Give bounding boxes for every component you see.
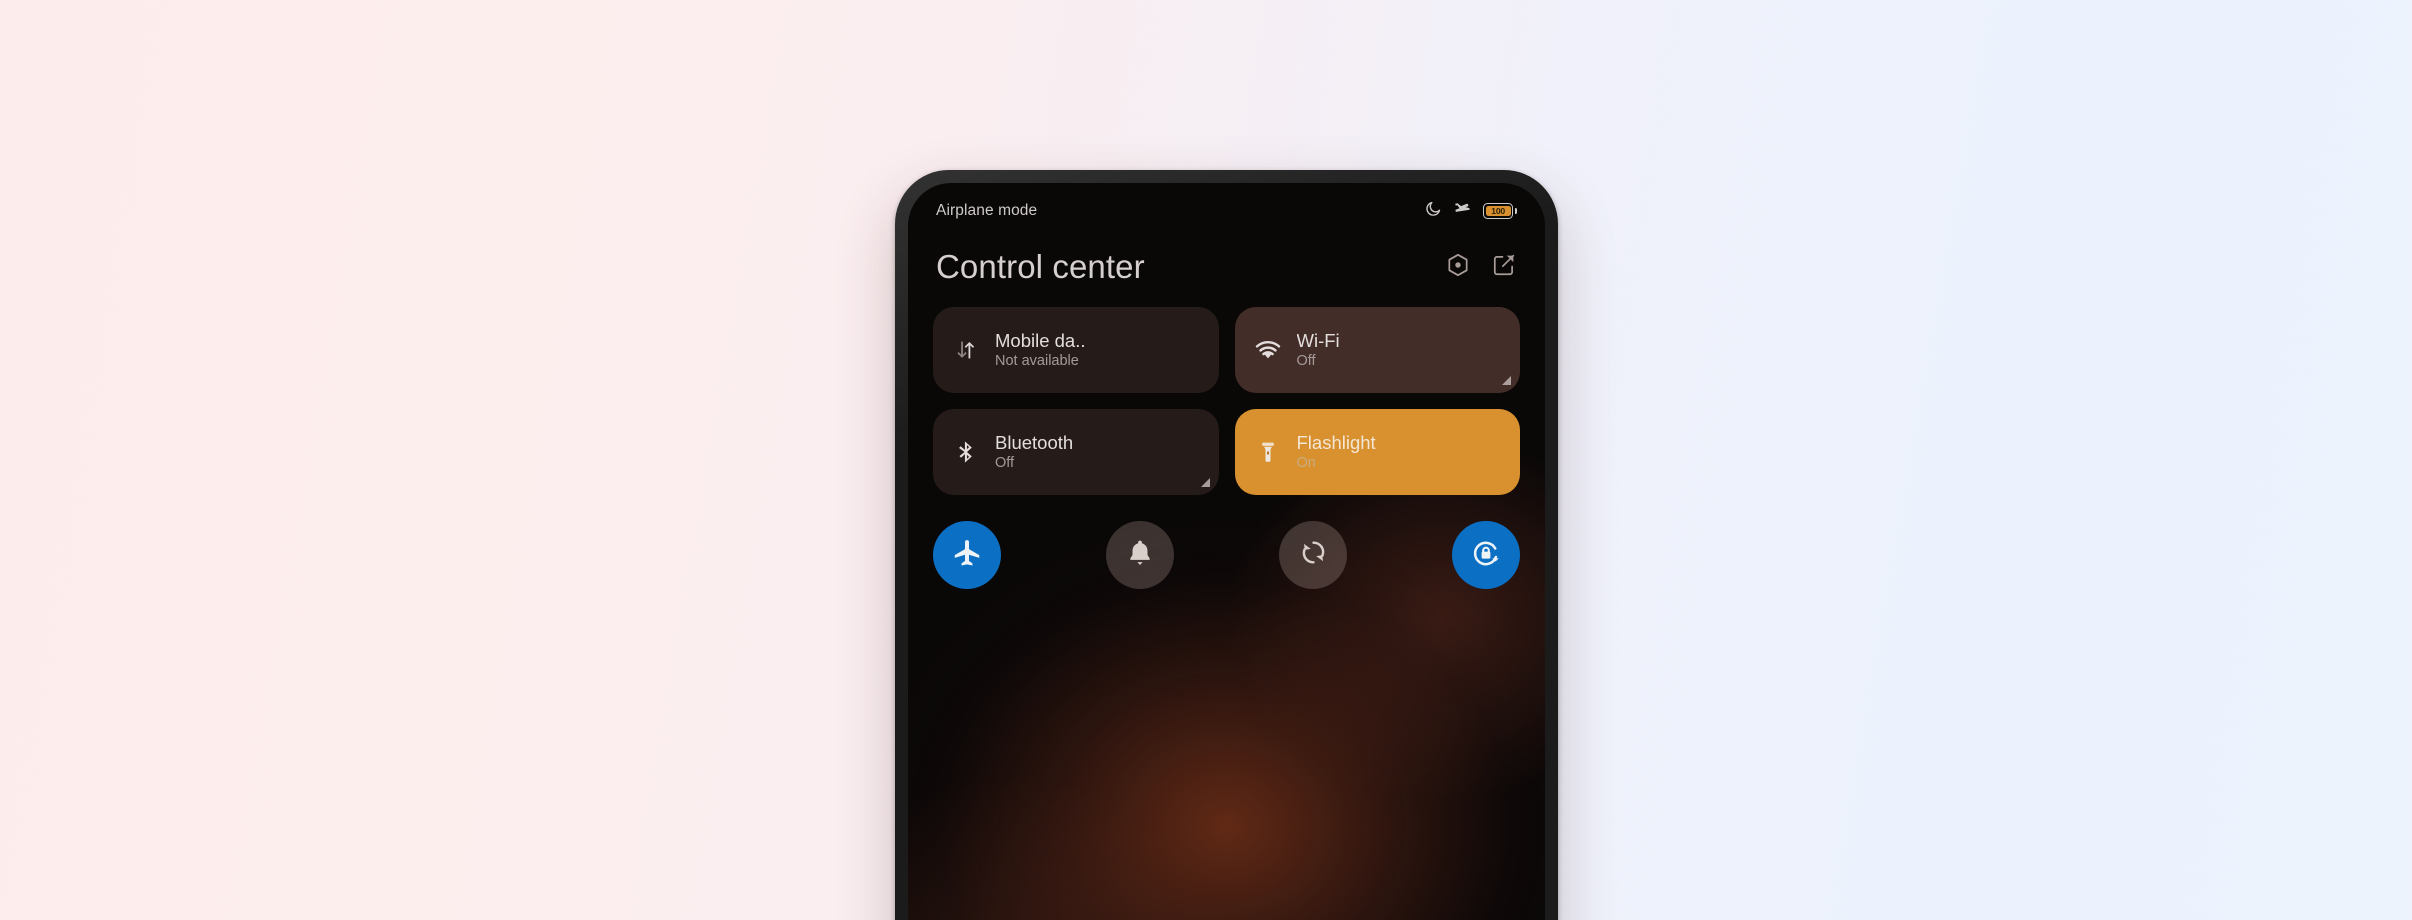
- toggle-airplane-mode[interactable]: [933, 521, 1001, 590]
- rotation-lock-icon: [1470, 537, 1502, 574]
- status-bar: Airplane mode 100: [908, 183, 1545, 227]
- control-center-header: Control center: [908, 227, 1545, 285]
- status-bar-label: Airplane mode: [936, 202, 1038, 219]
- battery-level-text: 100: [1485, 205, 1511, 217]
- airplane-icon: [951, 537, 983, 574]
- tile-label: Flashlight: [1296, 432, 1376, 454]
- settings-hexagon-icon[interactable]: [1445, 252, 1471, 283]
- toggle-rotation-lock[interactable]: [1452, 521, 1520, 590]
- toggle-ringer[interactable]: [1106, 521, 1174, 590]
- toggle-auto-sync[interactable]: [1279, 521, 1347, 590]
- flashlight-icon: [1253, 439, 1283, 465]
- bluetooth-icon: [951, 439, 981, 465]
- bell-icon: [1125, 538, 1155, 573]
- quick-toggles-row: [908, 495, 1545, 590]
- header-actions: [1445, 252, 1517, 283]
- battery-icon: 100: [1483, 203, 1517, 219]
- sync-icon: [1298, 537, 1329, 573]
- tile-status: Off: [1296, 353, 1316, 370]
- tile-expand-indicator[interactable]: [1200, 478, 1210, 488]
- tile-bluetooth[interactable]: Bluetooth Off: [933, 409, 1219, 496]
- tile-wifi[interactable]: Wi-Fi Off: [1234, 307, 1520, 394]
- page-title: Control center: [936, 248, 1145, 285]
- tile-label: Mobile da..: [995, 330, 1086, 352]
- tile-status: On: [1296, 455, 1316, 472]
- phone-screen: Airplane mode 100 Control center Mobile …: [908, 183, 1545, 920]
- status-bar-icons: 100: [1425, 199, 1517, 223]
- battery-cap: [1514, 208, 1517, 214]
- wifi-icon: [1253, 336, 1283, 364]
- airplane-mode-icon: [1453, 199, 1472, 223]
- tile-status: Off: [995, 455, 1015, 472]
- tile-flashlight[interactable]: Flashlight On: [1234, 409, 1520, 496]
- quick-settings-tiles: Mobile da.. Not available Wi-Fi Off Blue…: [908, 285, 1545, 496]
- tile-label: Wi-Fi: [1296, 330, 1340, 352]
- mobile-data-icon: [951, 337, 981, 363]
- tile-mobile-data[interactable]: Mobile da.. Not available: [933, 307, 1219, 394]
- tile-expand-indicator[interactable]: [1502, 376, 1511, 386]
- tile-label: Bluetooth: [995, 432, 1074, 454]
- tile-status: Not available: [995, 353, 1079, 370]
- do-not-disturb-icon: [1425, 200, 1442, 222]
- edit-pencil-icon[interactable]: [1491, 252, 1517, 283]
- phone-device-frame: Airplane mode 100 Control center Mobile …: [895, 170, 1558, 920]
